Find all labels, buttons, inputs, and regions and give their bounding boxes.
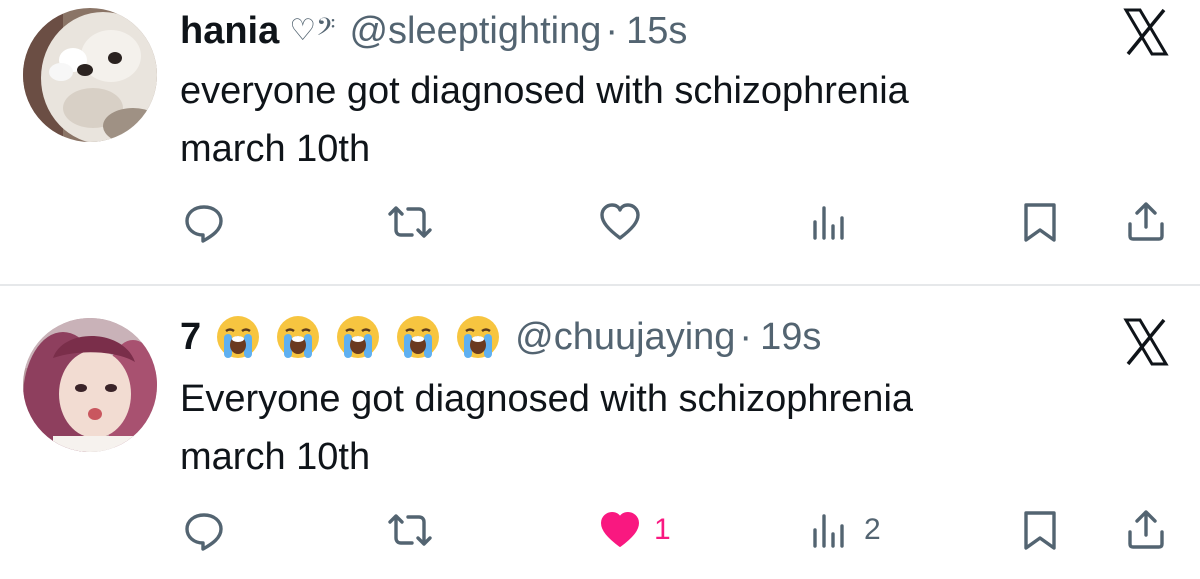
tweet-header: hania ♡𝄢 @sleeptighting · 15s <box>180 7 687 55</box>
tweet[interactable]: 7 @chuujaying · 19s Everyone got diagnos… <box>0 286 1200 579</box>
like-button[interactable]: 1 <box>598 508 671 552</box>
reply-icon <box>185 205 223 243</box>
views-icon <box>813 514 844 548</box>
views-icon <box>813 206 844 240</box>
retweet-button[interactable] <box>384 508 436 552</box>
retweet-icon <box>388 206 432 238</box>
bookmark-button[interactable] <box>1018 200 1062 244</box>
handle[interactable]: @chuujaying <box>515 313 735 361</box>
share-button[interactable] <box>1124 508 1168 552</box>
separator-dot: · <box>605 10 619 52</box>
bookmark-icon <box>1024 203 1056 242</box>
loudly-crying-face-icon <box>275 314 321 360</box>
like-button[interactable] <box>598 200 654 244</box>
timestamp[interactable]: 19s <box>760 313 821 361</box>
tweet-header: 7 @chuujaying · 19s <box>180 313 821 361</box>
display-name[interactable]: 7 <box>180 313 201 361</box>
handle[interactable]: @sleeptighting <box>349 7 601 55</box>
reply-button[interactable] <box>182 508 226 552</box>
tweet-text: everyone got diagnosed with schizophreni… <box>180 70 909 170</box>
bookmark-icon <box>1024 511 1056 550</box>
avatar[interactable] <box>23 8 157 142</box>
views-button[interactable]: 2 <box>808 508 881 552</box>
bookmark-button[interactable] <box>1018 508 1062 552</box>
share-icon <box>1128 202 1164 241</box>
views-button[interactable] <box>808 200 864 244</box>
retweet-button[interactable] <box>384 200 436 244</box>
view-count: 2 <box>864 513 881 546</box>
tweet-feed: hania ♡𝄢 @sleeptighting · 15s everyone g… <box>0 0 1200 579</box>
separator-dot: · <box>739 316 753 358</box>
loudly-crying-face-icon <box>455 314 501 360</box>
heart-icon <box>600 203 640 240</box>
tweet[interactable]: hania ♡𝄢 @sleeptighting · 15s everyone g… <box>0 0 1200 285</box>
timestamp[interactable]: 15s <box>626 7 687 55</box>
share-button[interactable] <box>1124 200 1168 244</box>
x-logo-icon[interactable] <box>1120 316 1172 368</box>
tweet-text: Everyone got diagnosed with schizophreni… <box>180 378 914 478</box>
avatar[interactable] <box>23 318 157 452</box>
puppy-avatar-icon <box>23 8 157 142</box>
loudly-crying-face-icon <box>335 314 381 360</box>
loudly-crying-face-icon <box>395 314 441 360</box>
loudly-crying-face-icon <box>215 314 261 360</box>
heart-filled-icon <box>601 512 639 547</box>
reply-button[interactable] <box>182 200 226 244</box>
person-avatar-icon <box>23 318 157 452</box>
reply-icon <box>185 513 223 551</box>
display-name[interactable]: hania <box>180 7 279 55</box>
name-decoration: ♡𝄢 <box>289 13 336 48</box>
like-count: 1 <box>654 513 671 546</box>
retweet-icon <box>388 514 432 546</box>
share-icon <box>1128 510 1164 549</box>
x-logo-icon[interactable] <box>1120 6 1172 58</box>
